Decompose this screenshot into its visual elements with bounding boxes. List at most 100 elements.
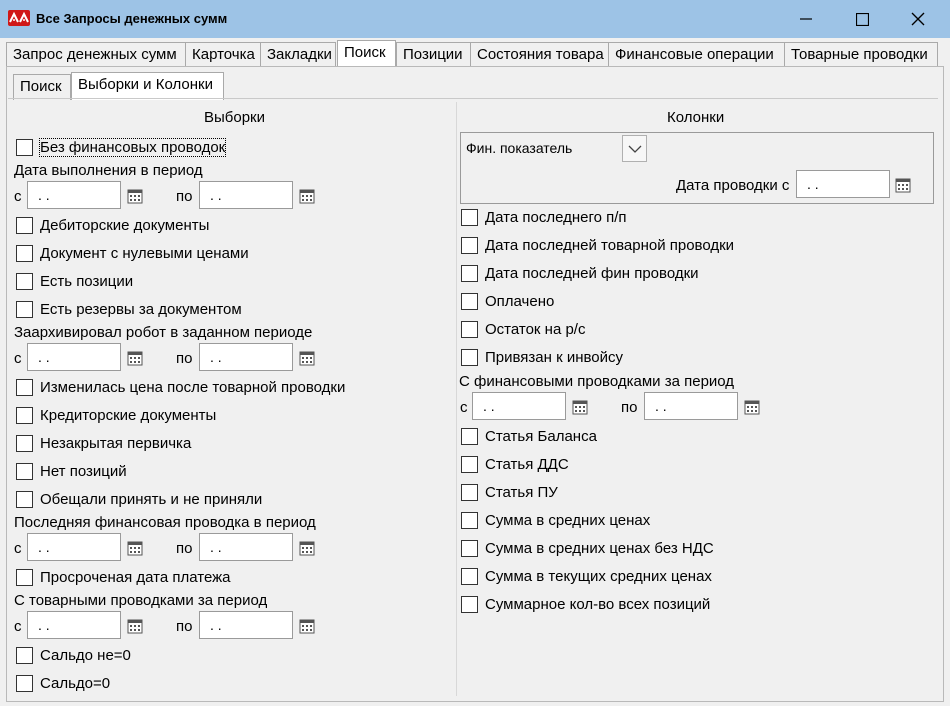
checkbox-sum-avg[interactable]: Сумма в средних ценах: [461, 509, 650, 531]
checkbox-overdue[interactable]: Просроченая дата платежа: [16, 566, 231, 588]
checkbox-box[interactable]: [16, 272, 33, 290]
checkbox-box[interactable]: [461, 595, 478, 613]
checkbox-box[interactable]: [461, 320, 478, 338]
checkbox-box[interactable]: [16, 568, 33, 586]
to-label: по: [176, 618, 193, 635]
archive-from-date-input[interactable]: . .: [27, 343, 121, 371]
period-archive-label: Заархивировал робот в заданном периоде: [14, 324, 313, 341]
checkbox-label: Оплачено: [485, 292, 555, 310]
checkbox-sum-avg-novat[interactable]: Сумма в средних ценах без НДС: [461, 537, 714, 559]
calendar-icon[interactable]: [299, 540, 315, 556]
checkbox-box[interactable]: [461, 292, 478, 310]
to-label: по: [176, 188, 193, 205]
checkbox-total-qty[interactable]: Суммарное кол-во всех позиций: [461, 593, 710, 615]
checkbox-box[interactable]: [461, 236, 478, 254]
checkbox-box[interactable]: [461, 427, 478, 445]
checkbox-box[interactable]: [16, 300, 33, 318]
checkbox-box[interactable]: [16, 490, 33, 508]
checkbox-label: Документ с нулевыми ценами: [40, 244, 249, 262]
checkbox-box[interactable]: [16, 646, 33, 664]
checkbox-box[interactable]: [16, 244, 33, 262]
to-label: по: [176, 350, 193, 367]
tab-card[interactable]: Карточка: [185, 42, 261, 68]
checkbox-saldo-zero[interactable]: Сальдо=0: [16, 672, 110, 694]
tab-goods-states[interactable]: Состояния товара: [470, 42, 609, 68]
tab-bookmarks[interactable]: Закладки: [260, 42, 336, 68]
checkbox-invoice[interactable]: Привязан к инвойсу: [461, 346, 623, 368]
checkbox-box[interactable]: [16, 462, 33, 480]
calendar-icon[interactable]: [127, 540, 143, 556]
calendar-icon[interactable]: [744, 399, 760, 415]
checkbox-zero-price[interactable]: Документ с нулевыми ценами: [16, 242, 249, 264]
checkbox-credit[interactable]: Кредиторские документы: [16, 404, 216, 426]
posting-date-input[interactable]: . .: [796, 170, 890, 198]
lastfin-to-date-input[interactable]: . .: [199, 533, 293, 561]
chevron-down-icon[interactable]: [622, 135, 647, 162]
checkbox-label: Суммарное кол-во всех позиций: [485, 595, 711, 613]
checkbox-box[interactable]: [461, 483, 478, 501]
lastfin-from-date-input[interactable]: . .: [27, 533, 121, 561]
subtab-search[interactable]: Поиск: [13, 74, 71, 100]
checkbox-box[interactable]: [461, 348, 478, 366]
from-label: с: [14, 350, 22, 367]
calendar-icon[interactable]: [127, 188, 143, 204]
checkbox-label: Нет позиций: [40, 462, 127, 480]
tab-fin-operations[interactable]: Финансовые операции: [608, 42, 785, 68]
close-button[interactable]: [890, 0, 946, 38]
calendar-icon[interactable]: [299, 188, 315, 204]
minimize-button[interactable]: [778, 0, 834, 38]
checkbox-unclosed[interactable]: Незакрытая первичка: [16, 432, 191, 454]
maximize-button[interactable]: [834, 0, 890, 38]
checkbox-box[interactable]: [16, 434, 33, 452]
checkbox-box[interactable]: [16, 216, 33, 234]
checkbox-box[interactable]: [16, 138, 33, 156]
checkbox-box[interactable]: [461, 511, 478, 529]
goods-to-date-input[interactable]: . .: [199, 611, 293, 639]
checkbox-art-balance[interactable]: Статья Баланса: [461, 425, 597, 447]
checkbox-sum-cur-avg[interactable]: Сумма в текущих средних ценах: [461, 565, 712, 587]
checkbox-box[interactable]: [461, 264, 478, 282]
checkbox-debit[interactable]: Дебиторские документы: [16, 214, 209, 236]
checkbox-box[interactable]: [461, 455, 478, 473]
checkbox-price-changed[interactable]: Изменилась цена после товарной проводки: [16, 376, 345, 398]
checkbox-art-dds[interactable]: Статья ДДС: [461, 453, 569, 475]
finperiod-from-date-input[interactable]: . .: [472, 392, 566, 420]
checkbox-reserves[interactable]: Есть резервы за документом: [16, 298, 242, 320]
exec-from-date-input[interactable]: . .: [27, 181, 121, 209]
finperiod-to-date-input[interactable]: . .: [644, 392, 738, 420]
checkbox-box[interactable]: [16, 674, 33, 692]
checkbox-box[interactable]: [461, 567, 478, 585]
tab-goods-postings[interactable]: Товарные проводки: [784, 42, 938, 68]
checkbox-has-positions[interactable]: Есть позиции: [16, 270, 133, 292]
checkbox-box[interactable]: [16, 378, 33, 396]
calendar-icon[interactable]: [895, 177, 911, 193]
checkbox-label: Сумма в средних ценах: [485, 511, 651, 529]
checkbox-balance[interactable]: Остаток на р/с: [461, 318, 585, 340]
checkbox-last-goods[interactable]: Дата последней товарной проводки: [461, 234, 734, 256]
checkbox-art-pu[interactable]: Статья ПУ: [461, 481, 558, 503]
goods-from-date-input[interactable]: . .: [27, 611, 121, 639]
checkbox-no-fin[interactable]: Без финансовых проводок: [16, 136, 227, 158]
calendar-icon[interactable]: [299, 618, 315, 634]
checkbox-promised[interactable]: Обещали принять и не приняли: [16, 488, 262, 510]
checkbox-saldo-nonzero[interactable]: Сальдо не=0: [16, 644, 131, 666]
checkbox-last-pp[interactable]: Дата последнего п/п: [461, 206, 627, 228]
calendar-icon[interactable]: [127, 350, 143, 366]
tab-search[interactable]: Поиск: [337, 40, 396, 68]
checkbox-box[interactable]: [461, 539, 478, 557]
exec-to-date-input[interactable]: . .: [199, 181, 293, 209]
checkbox-last-fin[interactable]: Дата последней фин проводки: [461, 262, 699, 284]
calendar-icon[interactable]: [299, 350, 315, 366]
checkbox-no-positions[interactable]: Нет позиций: [16, 460, 127, 482]
checkbox-label: Дата последней фин проводки: [485, 264, 699, 282]
tab-request[interactable]: Запрос денежных сумм: [6, 42, 186, 68]
checkbox-box[interactable]: [16, 406, 33, 424]
checkbox-box[interactable]: [461, 208, 478, 226]
subtab-selections-columns[interactable]: Выборки и Колонки: [71, 72, 224, 100]
checkbox-paid[interactable]: Оплачено: [461, 290, 554, 312]
calendar-icon[interactable]: [127, 618, 143, 634]
fin-indicator-select[interactable]: Фин. показатель: [463, 135, 647, 162]
archive-to-date-input[interactable]: . .: [199, 343, 293, 371]
calendar-icon[interactable]: [572, 399, 588, 415]
tab-positions[interactable]: Позиции: [396, 42, 471, 68]
